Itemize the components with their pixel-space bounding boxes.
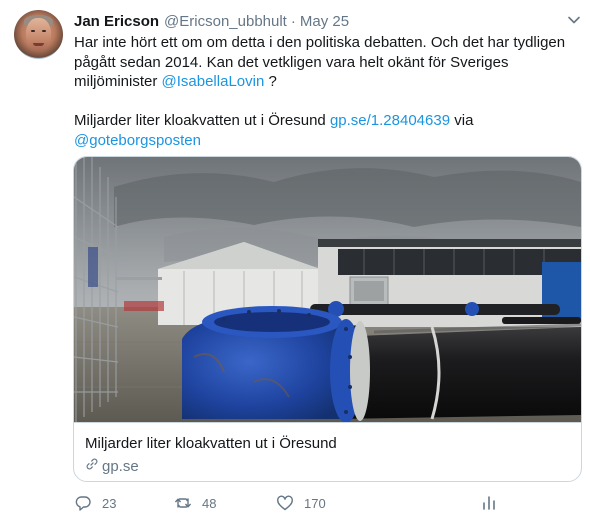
tweet-text: Har inte hört ett om om detta i den poli… xyxy=(74,33,574,150)
like-button[interactable]: 170 xyxy=(276,492,326,514)
tweet-header: Jan Ericson @Ericson_ubbhult · May 25 xyxy=(74,11,349,31)
like-count: 170 xyxy=(304,495,326,511)
card-info[interactable]: Miljarder liter kloakvatten ut i Öresund… xyxy=(74,422,581,481)
tweet-text-line: miljöminister @IsabellaLovin ? xyxy=(74,73,277,90)
link-icon xyxy=(85,457,102,475)
analytics-icon xyxy=(480,494,498,512)
retweet-button[interactable]: 48 xyxy=(174,492,216,514)
retweet-count: 48 xyxy=(202,495,217,511)
card-image[interactable] xyxy=(74,157,581,422)
via-mention-link[interactable]: @goteborgsposten xyxy=(74,132,201,149)
reply-icon xyxy=(74,494,92,512)
reply-count: 23 xyxy=(102,495,117,511)
caret-down-icon[interactable] xyxy=(566,12,582,28)
card-domain: gp.se xyxy=(85,457,139,475)
author-handle[interactable]: @Ericson_ubbhult xyxy=(164,13,287,30)
avatar[interactable] xyxy=(14,10,63,59)
tweet-text-line: @goteborgsposten xyxy=(74,131,574,151)
analytics-button[interactable] xyxy=(480,492,498,514)
article-url-link[interactable]: gp.se/1.28404639 xyxy=(330,112,450,129)
mention-link[interactable]: @IsabellaLovin xyxy=(162,73,265,90)
card-domain-text: gp.se xyxy=(102,457,139,475)
tweet-date[interactable]: May 25 xyxy=(300,13,349,30)
author-name[interactable]: Jan Ericson xyxy=(74,13,159,30)
separator-dot: · xyxy=(290,12,296,30)
tweet-text-line: Har inte hört ett om om detta i den poli… xyxy=(74,34,566,51)
tweet[interactable]: Jan Ericson @Ericson_ubbhult · May 25 Ha… xyxy=(0,0,590,525)
card-title: Miljarder liter kloakvatten ut i Öresund xyxy=(85,435,337,452)
reply-button[interactable]: 23 xyxy=(74,492,116,514)
tweet-actions: 23 48 170 xyxy=(74,492,514,514)
like-icon xyxy=(276,494,294,512)
link-card[interactable]: Miljarder liter kloakvatten ut i Öresund… xyxy=(73,156,582,482)
retweet-icon xyxy=(174,494,192,512)
tweet-text-line: Miljarder liter kloakvatten ut i Öresund… xyxy=(74,112,474,129)
tweet-text-line: pågått sedan 2014. Kan det vetkligen var… xyxy=(74,53,509,71)
